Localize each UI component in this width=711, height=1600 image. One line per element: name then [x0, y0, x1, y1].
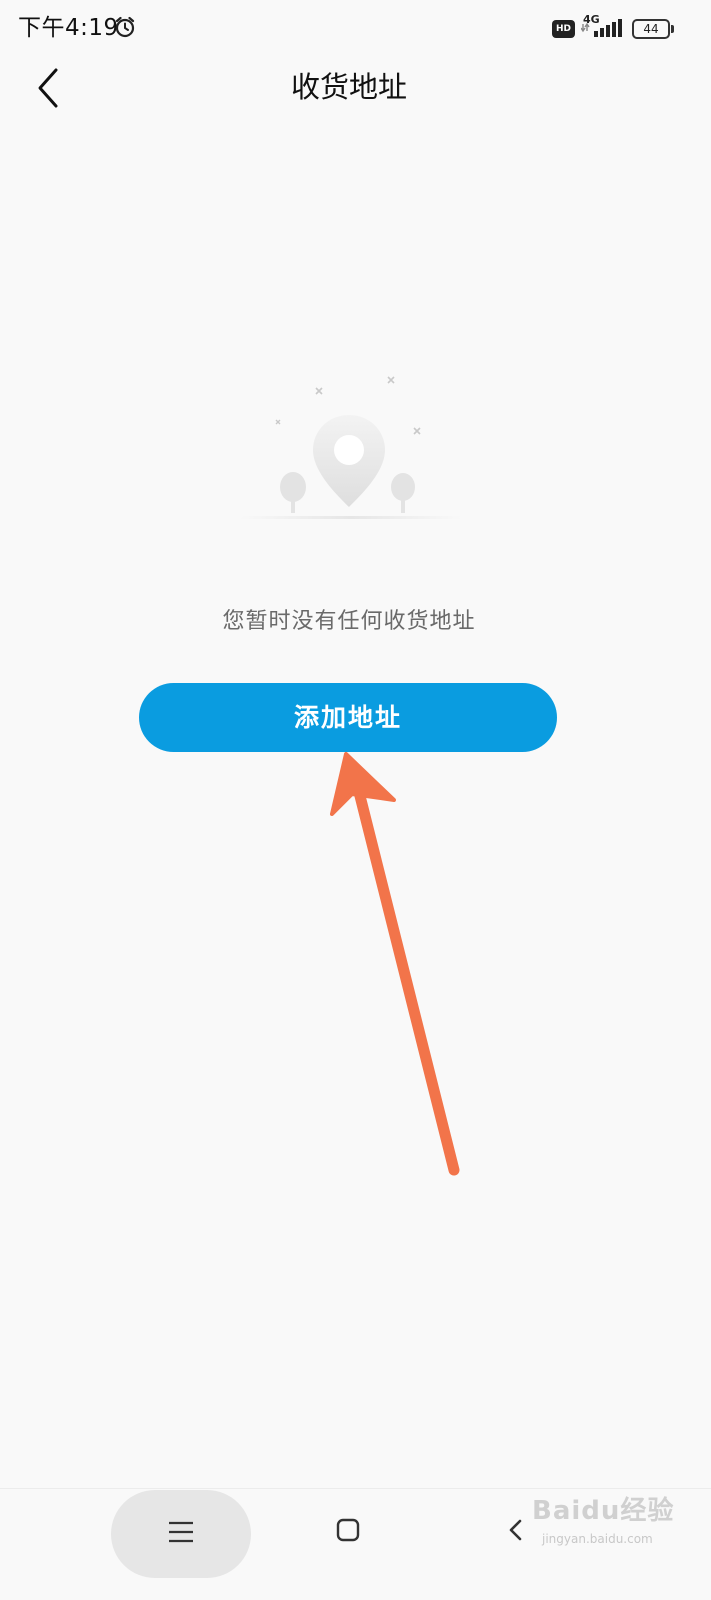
hd-badge: HD — [552, 20, 575, 38]
page-title: 收货地址 — [290, 70, 407, 104]
square-icon — [336, 1518, 360, 1542]
annotation-arrow — [330, 752, 460, 1176]
battery-indicator: 44 — [632, 19, 670, 39]
menu-icon — [169, 1521, 193, 1543]
empty-state-message: 您暂时没有任何收货地址 — [222, 609, 476, 634]
nav-divider — [0, 1488, 711, 1489]
add-address-button[interactable]: 添加地址 — [139, 683, 557, 752]
alarm-icon — [115, 16, 135, 38]
battery-cap — [671, 25, 674, 33]
signal-icon — [581, 19, 622, 37]
status-bar: 下午4:19 HD 4G 44 — [0, 0, 711, 58]
nav-home-button[interactable] — [318, 1500, 378, 1560]
watermark-brand: Baidu经验 — [532, 1496, 675, 1526]
status-time: 下午4:19 — [18, 15, 119, 41]
watermark-url: jingyan.baidu.com — [542, 1532, 653, 1546]
map-pin-icon — [240, 376, 462, 519]
